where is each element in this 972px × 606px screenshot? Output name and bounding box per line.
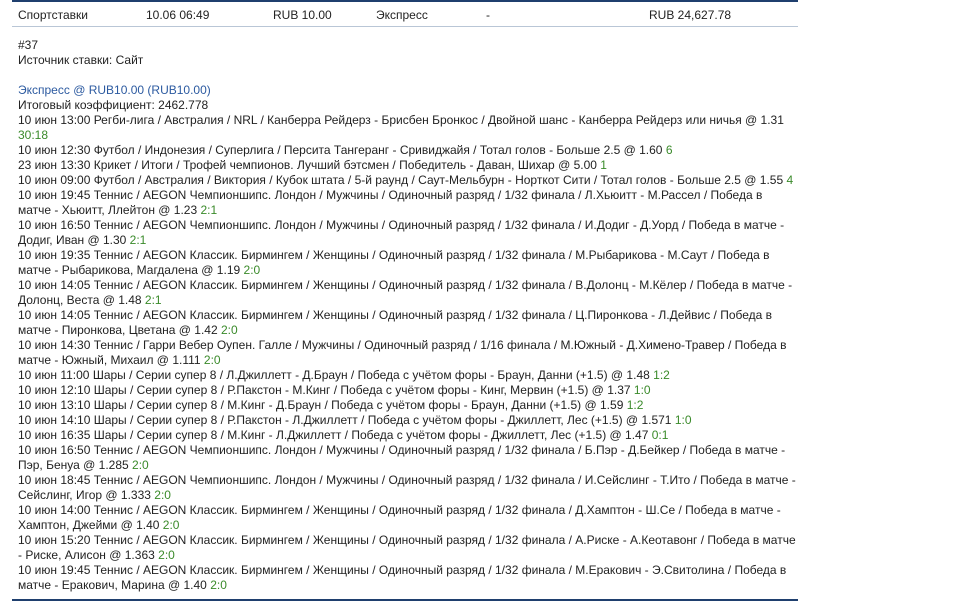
selection-score: 2:1 — [144, 293, 162, 307]
selection-item: 10 июн 11:00 Шары / Серии супер 8 / Л.Дж… — [18, 368, 798, 383]
selection-text: 10 июн 19:45 Теннис / AEGON Чемпионшипс.… — [18, 188, 763, 217]
selection-score: 2:0 — [220, 323, 238, 337]
total-odds: Итоговый коэффициент: 2462.778 — [18, 98, 209, 112]
selection-item: 10 июн 16:50 Теннис / AEGON Чемпионшипс.… — [18, 443, 798, 473]
selection-score: 2:0 — [158, 548, 175, 562]
bet-stake: RUB 10.00 — [273, 8, 332, 22]
selection-text: 10 июн 12:30 Футбол / Индонезия / Суперл… — [18, 143, 663, 157]
bet-summary-row[interactable]: Спортставки 10.06 06:49 RUB 10.00 Экспре… — [12, 2, 798, 27]
selection-item: 10 июн 16:50 Теннис / AEGON Чемпионшипс.… — [18, 218, 798, 248]
selection-list: 10 июн 13:00 Регби-лига / Австралия / NR… — [18, 113, 798, 593]
selection-item: 10 июн 19:45 Теннис / AEGON Чемпионшипс.… — [18, 188, 798, 218]
selection-text: 23 июн 13:30 Крикет / Итоги / Трофей чем… — [18, 158, 597, 172]
selection-score: 2:0 — [210, 578, 227, 592]
bet-details: #37 Источник ставки: Сайт Экспресс @ RUB… — [18, 38, 798, 593]
bet-type: Спортставки — [18, 8, 88, 22]
selection-text: 10 июн 15:20 Теннис / AEGON Классик. Бир… — [18, 533, 796, 562]
selection-item: 10 июн 12:10 Шары / Серии супер 8 / Р.Па… — [18, 383, 798, 398]
selection-text: 10 июн 14:05 Теннис / AEGON Классик. Бир… — [18, 278, 793, 307]
bet-source: Источник ставки: Сайт — [18, 53, 144, 67]
selection-score: 2:0 — [154, 488, 171, 502]
selection-item: 10 июн 14:00 Теннис / AEGON Классик. Бир… — [18, 503, 798, 533]
selection-text: 10 июн 13:00 Регби-лига / Австралия / NR… — [18, 113, 784, 127]
selection-text: 10 июн 14:00 Теннис / AEGON Классик. Бир… — [18, 503, 781, 532]
selection-item: 10 июн 12:30 Футбол / Индонезия / Суперл… — [18, 143, 798, 158]
selection-text: 10 июн 19:35 Теннис / AEGON Классик. Бир… — [18, 248, 770, 277]
bottom-divider — [12, 599, 798, 601]
selection-text: 10 июн 09:00 Футбол / Австралия / Виктор… — [18, 173, 784, 187]
selection-item: 10 июн 13:00 Регби-лига / Австралия / NR… — [18, 113, 798, 143]
selection-score: 1:2 — [626, 398, 644, 412]
bet-kind: Экспресс — [376, 8, 428, 22]
selection-text: 10 июн 11:00 Шары / Серии супер 8 / Л.Дж… — [18, 368, 650, 382]
selection-text: 10 июн 14:30 Теннис / Гарри Вебер Оупен.… — [18, 338, 787, 367]
selection-item: 10 июн 19:35 Теннис / AEGON Классик. Бир… — [18, 248, 798, 278]
selection-score: 1:2 — [653, 368, 670, 382]
selection-text: 10 июн 19:45 Теннис / AEGON Классик. Бир… — [18, 563, 787, 592]
selection-text: 10 июн 14:10 Шары / Серии супер 8 / Р.Па… — [18, 413, 672, 427]
selection-item: 10 июн 14:05 Теннис / AEGON Классик. Бир… — [18, 308, 798, 338]
selection-item: 10 июн 09:00 Футбол / Австралия / Виктор… — [18, 173, 798, 188]
selection-score: 2:1 — [200, 203, 218, 217]
selection-score: 2:0 — [162, 518, 180, 532]
selection-item: 10 июн 14:05 Теннис / AEGON Классик. Бир… — [18, 278, 798, 308]
selection-score: 2:1 — [129, 233, 147, 247]
selection-item: 10 июн 13:10 Шары / Серии супер 8 / М.Ки… — [18, 398, 798, 413]
selection-score: 2:0 — [132, 458, 149, 472]
selection-score: 4 — [786, 173, 794, 187]
bet-datetime: 10.06 06:49 — [146, 8, 210, 22]
selection-item: 10 июн 16:35 Шары / Серии супер 8 / М.Ки… — [18, 428, 798, 443]
bet-dash: - — [486, 8, 490, 22]
selection-item: 10 июн 18:45 Теннис / AEGON Чемпионшипс.… — [18, 473, 798, 503]
selection-score: 0:1 — [651, 428, 669, 442]
selection-score: 2:0 — [243, 263, 261, 277]
express-stake: Экспресс @ RUB10.00 (RUB10.00) — [18, 83, 211, 97]
selection-item: 10 июн 14:10 Шары / Серии супер 8 / Р.Па… — [18, 413, 798, 428]
selection-score: 30:18 — [18, 128, 49, 142]
selection-score: 2:0 — [203, 353, 221, 367]
selection-item: 10 июн 19:45 Теннис / AEGON Классик. Бир… — [18, 563, 798, 593]
selection-score: 6 — [665, 143, 673, 157]
selection-score: 1 — [600, 158, 607, 172]
bet-payout: RUB 24,627.78 — [649, 8, 732, 22]
selection-text: 10 июн 18:45 Теннис / AEGON Чемпионшипс.… — [18, 473, 796, 502]
selection-score: 1:0 — [674, 413, 692, 427]
selection-text: 10 июн 13:10 Шары / Серии супер 8 / М.Ки… — [18, 398, 624, 412]
bet-number: #37 — [18, 38, 39, 52]
selection-item: 10 июн 14:30 Теннис / Гарри Вебер Оупен.… — [18, 338, 798, 368]
selection-text: 10 июн 12:10 Шары / Серии супер 8 / Р.Па… — [18, 383, 631, 397]
selection-item: 23 июн 13:30 Крикет / Итоги / Трофей чем… — [18, 158, 798, 173]
selection-text: 10 июн 14:05 Теннис / AEGON Классик. Бир… — [18, 308, 773, 337]
selection-score: 1:0 — [633, 383, 651, 397]
selection-text: 10 июн 16:35 Шары / Серии супер 8 / М.Ки… — [18, 428, 649, 442]
selection-item: 10 июн 15:20 Теннис / AEGON Классик. Бир… — [18, 533, 798, 563]
